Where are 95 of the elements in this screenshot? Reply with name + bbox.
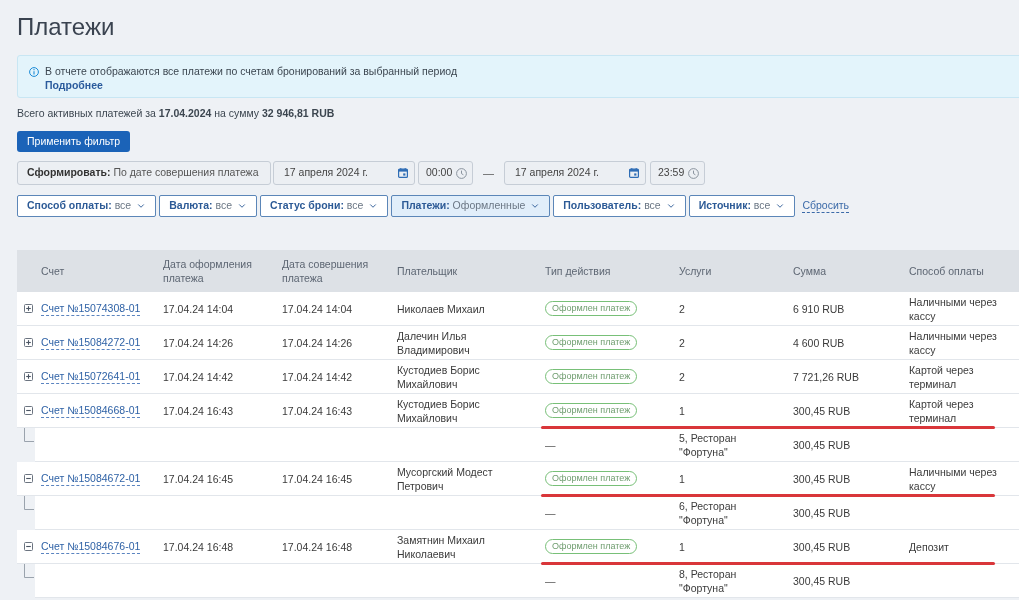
table-cell: 17.04.24 14:42 [282,370,353,383]
table-cell: 17.04.24 14:04 [163,302,234,315]
table-cell: 6 910 RUB [793,302,845,315]
plus-box-icon[interactable] [24,338,33,347]
time-field[interactable]: 23:59 [650,161,705,185]
minus-box-icon[interactable] [24,542,33,551]
table-cell-text: Кустодиев Борис Михайлович [397,396,481,425]
column-header: Способ оплаты [909,265,984,277]
column-header: Услуги [679,265,712,277]
calendar-icon[interactable] [398,168,408,178]
table-cell: — [545,573,556,588]
table-cell: 300,45 RUB [793,438,851,451]
column-header: Тип действия [545,265,611,277]
table-cell: 2 [679,302,685,315]
info-text: В отчете отображаются все платежи по счетам бронирований за выбранный период [45,64,457,78]
table-cell: 7 721,26 RUB [793,370,859,383]
report-mode-select[interactable]: Сформировать: По дате совершения платежа [17,161,271,185]
account-link[interactable]: Счет №15084668-01 [41,403,141,418]
table-cell: 17.04.24 16:45 [163,472,234,485]
table-cell: 4 600 RUB [793,336,845,349]
table-cell: 2 [679,336,685,349]
account-link[interactable]: Счет №15074308-01 [41,301,141,316]
table-cell-text: Депозит [909,539,950,554]
table-cell-text: Замятнин Михаил Николаевич [397,532,486,561]
filter-dropdown[interactable]: Способ оплаты: все [17,195,157,217]
table-cell: 17.04.24 16:45 [282,472,353,485]
table-cell: 2 [679,370,685,383]
summary-text: Всего активных платежей за 17.04.2024 на сумму 32 946,81 RUB [17,106,335,120]
range-dash: — [483,165,494,181]
minus-box-icon[interactable] [24,406,33,415]
table-cell: 17.04.24 14:04 [282,302,353,315]
chevron-down-icon [665,201,676,211]
table-cell: 17.04.24 14:26 [282,336,353,349]
filter-dropdown[interactable]: Пользователь: все [553,195,686,217]
column-header: Плательщик [397,265,458,277]
table-cell-text: 5, Ресторан "Фортуна" [679,430,738,459]
table-cell: 17.04.24 14:42 [163,370,234,383]
account-link[interactable]: Счет №15084676-01 [41,539,141,554]
table-cell: 1 [679,472,685,485]
chevron-down-icon [237,201,247,211]
table-cell-text: Наличными через кассу [909,328,998,357]
table-cell-text: Наличными через кассу [909,294,998,323]
table-cell-text: Далечин Илья Владимирович [397,328,471,357]
table-cell: 1 [679,540,685,553]
calendar-icon[interactable] [629,168,639,178]
table-cell: 17.04.24 16:43 [282,404,353,417]
table-cell: 300,45 RUB [793,472,851,485]
table-cell-text: Картой через терминал [909,362,975,391]
apply-filter-button[interactable]: Применить фильтр [17,131,131,152]
more-link[interactable]: Подробнее [45,78,103,92]
chevron-down-icon [775,201,786,211]
date-field[interactable]: 17 апреля 2024 г. [504,161,646,185]
table-cell: 300,45 RUB [793,540,851,553]
table-cell-text: Кустодиев Борис Михайлович [397,362,481,391]
table-cell: 300,45 RUB [793,404,851,417]
reset-link[interactable]: Сбросить [802,199,850,213]
column-header: Сумма [793,265,826,277]
table-cell: 1 [679,404,685,417]
chevron-down-icon [136,201,147,211]
account-link[interactable]: Счет №15072641-01 [41,369,141,384]
table-cell: 300,45 RUB [793,506,851,519]
table-cell-text: 6, Ресторан "Фортуна" [679,498,738,527]
table-cell: 17.04.24 16:43 [163,404,234,417]
plus-box-icon[interactable] [24,372,33,381]
table-cell-text: Наличными через кассу [909,464,998,493]
table-cell: 17.04.24 16:48 [163,540,234,553]
table-cell-text: Картой через терминал [909,396,975,425]
filter-dropdown[interactable]: Источник: все [688,195,796,217]
date-field[interactable]: 17 апреля 2024 г. [273,161,415,185]
tree-branch-icon [24,428,34,442]
tree-branch-icon [24,496,34,510]
chevron-down-icon [368,201,379,211]
column-header: Дата оформления платежа [163,258,252,284]
account-link[interactable]: Счет №15084672-01 [41,471,141,486]
plus-box-icon[interactable] [24,304,33,313]
table-cell: 300,45 RUB [793,574,851,587]
minus-box-icon[interactable] [24,474,33,483]
info-icon [29,67,39,77]
page-title: Платежи [17,12,115,42]
time-field[interactable]: 00:00 [418,161,473,185]
table-cell-text: Мусоргский Модест Петрович [397,464,494,493]
table-cell: 17.04.24 14:26 [163,336,234,349]
filter-dropdown[interactable]: Статус брони: все [260,195,389,217]
table-cell-text: Николаев Михаил [397,301,486,316]
filter-dropdown[interactable]: Валюта: все [159,195,257,217]
table-cell-text: 8, Ресторан "Фортуна" [679,566,738,595]
chevron-down-icon [530,201,541,211]
column-header: Счет [41,265,65,277]
account-link[interactable]: Счет №15084272-01 [41,335,141,350]
table-cell: 17.04.24 16:48 [282,540,353,553]
table-cell: — [545,437,556,452]
column-header: Дата совершения платежа [282,258,369,284]
table-cell: — [545,505,556,520]
tree-branch-icon [24,564,34,578]
filter-dropdown[interactable]: Платежи: Оформленные [391,195,551,217]
